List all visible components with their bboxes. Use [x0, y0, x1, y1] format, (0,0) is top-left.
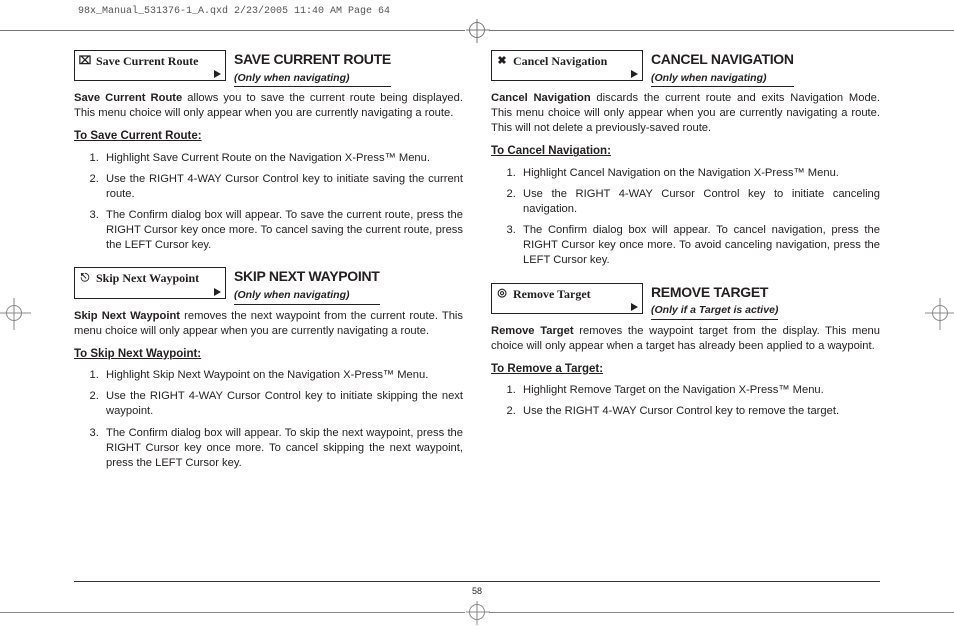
menu-item-cancel-nav: ✖ Cancel Navigation — [491, 50, 643, 81]
step-item: Highlight Save Current Route on the Navi… — [102, 151, 463, 166]
step-item: The Confirm dialog box will appear. To s… — [102, 208, 463, 253]
page-number: 58 — [472, 586, 482, 596]
step-item: Use the RIGHT 4-WAY Cursor Control key t… — [519, 187, 880, 217]
step-item: Use the RIGHT 4-WAY Cursor Control key t… — [102, 172, 463, 202]
menu-item-skip-waypoint: ⎋ Skip Next Waypoint — [74, 267, 226, 298]
page-footer: 58 — [74, 581, 880, 596]
section-intro: Skip Next Waypoint removes the next wayp… — [74, 309, 463, 339]
arrow-right-icon — [631, 303, 638, 311]
section-title: CANCEL NAVIGATION — [651, 50, 794, 69]
section-title: SKIP NEXT WAYPOINT — [234, 267, 380, 286]
menu-item-remove-target: ◎ Remove Target — [491, 283, 643, 314]
waypoint-icon: ⎋ — [79, 273, 91, 285]
arrow-right-icon — [214, 288, 221, 296]
step-item: Use the RIGHT 4-WAY Cursor Control key t… — [519, 404, 880, 419]
section-title: SAVE CURRENT ROUTE — [234, 50, 391, 69]
section-subtitle: (Only if a Target is active) — [651, 303, 778, 319]
steps-heading: To Remove a Target: — [491, 362, 880, 378]
arrow-right-icon — [214, 70, 221, 78]
left-column: ⌧ Save Current Route SAVE CURRENT ROUTE … — [74, 50, 463, 586]
step-item: The Confirm dialog box will appear. To c… — [519, 223, 880, 268]
page-content: ⌧ Save Current Route SAVE CURRENT ROUTE … — [74, 50, 880, 586]
crop-mark-top — [0, 22, 954, 38]
section-subtitle: (Only when navigating) — [651, 71, 794, 87]
section-title: REMOVE TARGET — [651, 283, 778, 302]
steps-heading: To Cancel Navigation: — [491, 144, 880, 160]
section-save-current-route: ⌧ Save Current Route SAVE CURRENT ROUTE … — [74, 50, 463, 253]
step-item: Highlight Skip Next Waypoint on the Navi… — [102, 368, 463, 383]
section-skip-next-waypoint: ⎋ Skip Next Waypoint SKIP NEXT WAYPOINT … — [74, 267, 463, 470]
steps-list: Highlight Save Current Route on the Navi… — [74, 151, 463, 254]
crop-mark-right — [932, 305, 948, 321]
arrow-right-icon — [631, 70, 638, 78]
steps-heading: To Save Current Route: — [74, 129, 463, 145]
section-cancel-navigation: ✖ Cancel Navigation CANCEL NAVIGATION (O… — [491, 50, 880, 269]
route-icon: ⌧ — [79, 55, 91, 67]
menu-label: Save Current Route — [96, 53, 198, 69]
steps-list: Highlight Cancel Navigation on the Navig… — [491, 166, 880, 269]
steps-heading: To Skip Next Waypoint: — [74, 347, 463, 363]
cancel-icon: ✖ — [496, 55, 508, 67]
step-item: Highlight Cancel Navigation on the Navig… — [519, 166, 880, 181]
menu-label: Remove Target — [513, 286, 591, 302]
crop-mark-bottom — [0, 604, 954, 620]
step-item: Use the RIGHT 4-WAY Cursor Control key t… — [102, 389, 463, 419]
section-intro: Cancel Navigation discards the current r… — [491, 91, 880, 136]
section-intro: Remove Target removes the waypoint targe… — [491, 324, 880, 354]
steps-list: Highlight Skip Next Waypoint on the Navi… — [74, 368, 463, 471]
section-subtitle: (Only when navigating) — [234, 71, 391, 87]
section-intro: Save Current Route allows you to save th… — [74, 91, 463, 121]
menu-label: Cancel Navigation — [513, 53, 607, 69]
target-icon: ◎ — [496, 288, 508, 300]
page-header-line: 98x_Manual_531376-1_A.qxd 2/23/2005 11:4… — [78, 6, 390, 17]
crop-mark-left — [6, 305, 22, 321]
step-item: Highlight Remove Target on the Navigatio… — [519, 383, 880, 398]
steps-list: Highlight Remove Target on the Navigatio… — [491, 383, 880, 419]
step-item: The Confirm dialog box will appear. To s… — [102, 426, 463, 471]
section-remove-target: ◎ Remove Target REMOVE TARGET (Only if a… — [491, 283, 880, 420]
right-column: ✖ Cancel Navigation CANCEL NAVIGATION (O… — [491, 50, 880, 586]
menu-item-save-route: ⌧ Save Current Route — [74, 50, 226, 81]
section-subtitle: (Only when navigating) — [234, 288, 380, 304]
menu-label: Skip Next Waypoint — [96, 270, 199, 286]
